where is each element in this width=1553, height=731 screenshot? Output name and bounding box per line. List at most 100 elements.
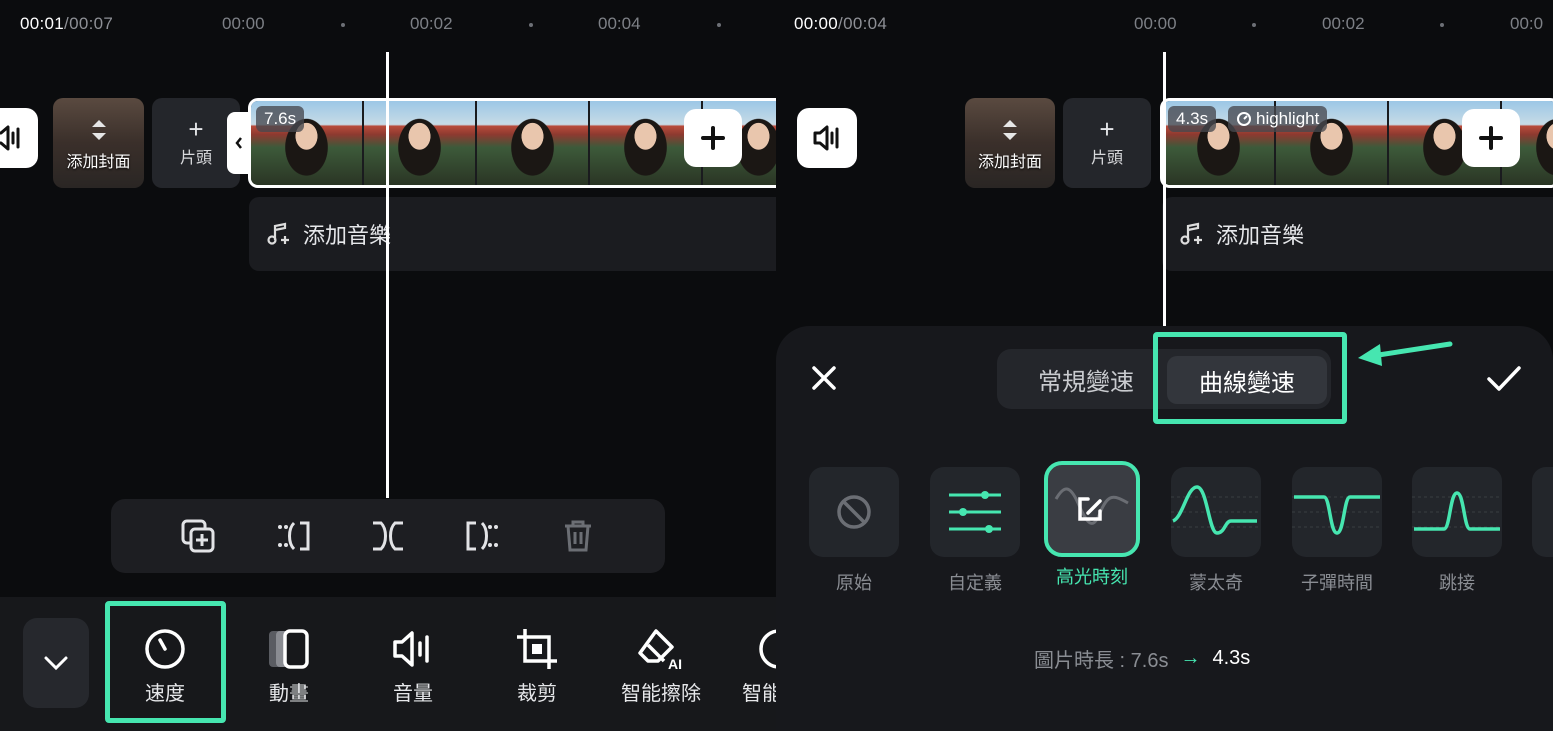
svg-text:AI: AI	[668, 656, 682, 671]
mute-button[interactable]	[797, 108, 857, 168]
chevron-down-icon	[44, 656, 68, 671]
preset-tile	[930, 467, 1020, 557]
total-time: /00:04	[838, 14, 888, 33]
add-cover-label: 添加封面	[977, 154, 1042, 171]
ruler-tick: 00:0	[1510, 14, 1544, 33]
preset-more[interactable]	[1532, 467, 1553, 557]
smart-icon	[759, 629, 776, 669]
preset-label: 自定義	[948, 573, 1002, 593]
add-intro-button[interactable]: + 片頭	[1063, 98, 1151, 188]
tool-label: 智能擦除	[621, 683, 701, 705]
preset-tile	[1532, 467, 1553, 557]
bullet-time-curve-icon	[1292, 495, 1382, 535]
right-editor-panel: 00:00/00:04 00:00 00:02 00:0 添加封面 + 片頭 4…	[776, 0, 1553, 731]
montage-curve-icon	[1171, 485, 1261, 535]
swap-icon	[1003, 120, 1017, 140]
add-music-row[interactable]: 添加音樂	[1162, 197, 1553, 271]
add-clip-button[interactable]	[1462, 109, 1520, 167]
mute-button[interactable]	[0, 108, 38, 168]
preset-label: 高光時刻	[1056, 567, 1128, 587]
jump-cut-curve-icon	[1412, 491, 1502, 531]
preset-label: 子彈時間	[1301, 573, 1373, 593]
clip-duration-badge: 7.6s	[256, 106, 305, 132]
ruler-dot	[529, 23, 533, 27]
highlight-tag: highlight	[1228, 106, 1328, 132]
collapse-button[interactable]	[23, 618, 89, 708]
add-music-label: 添加音樂	[1216, 223, 1305, 248]
close-icon	[812, 366, 836, 390]
edit-curve-icon	[1054, 487, 1129, 525]
clip-duration-badge: 4.3s	[1168, 106, 1217, 132]
plus-icon	[1479, 126, 1503, 150]
add-music-row[interactable]: 添加音樂	[249, 197, 776, 271]
tool-ai-eraser[interactable]: AI 智能擦除	[611, 627, 711, 706]
tool-label: 裁剪	[517, 683, 557, 705]
ruler-tick: 00:02	[410, 14, 453, 33]
tool-animation[interactable]: 動畫	[248, 627, 330, 706]
bottom-tool-bar: 速度 動畫 音量 裁剪 AI 智能擦除 智能	[0, 597, 776, 731]
tool-label: 速度	[145, 683, 185, 705]
plus-icon: +	[188, 114, 204, 144]
sliders-icon	[949, 491, 1001, 533]
preset-tile	[809, 467, 899, 557]
trim-start-icon[interactable]	[274, 517, 312, 555]
ruler-dot	[1440, 23, 1444, 27]
add-clip-button[interactable]	[684, 109, 742, 167]
music-note-icon	[267, 222, 289, 245]
ai-eraser-icon: AI	[638, 629, 682, 671]
add-music-label: 添加音樂	[303, 223, 392, 248]
intro-label: 片頭	[179, 150, 212, 167]
animation-icon	[269, 629, 309, 669]
tool-volume[interactable]: 音量	[372, 627, 454, 706]
confirm-button[interactable]	[1486, 364, 1522, 399]
playhead[interactable]	[1163, 52, 1166, 327]
ruler-tick: 00:02	[1322, 14, 1365, 33]
arrow-right-icon: →	[1180, 647, 1201, 669]
preset-label: 跳接	[1439, 573, 1475, 593]
plus-icon	[701, 126, 725, 150]
speaker-icon	[0, 125, 20, 151]
total-time: /00:07	[64, 14, 114, 33]
split-icon[interactable]	[369, 517, 407, 555]
preset-label: 蒙太奇	[1189, 573, 1243, 593]
ruler-tick: 00:04	[598, 14, 641, 33]
curve-speed-icon	[1237, 112, 1251, 126]
swap-icon	[91, 120, 106, 140]
tool-smart[interactable]: 智能	[738, 627, 776, 706]
preset-jump-cut[interactable]: 跳接	[1412, 467, 1502, 595]
duplicate-icon[interactable]	[179, 517, 217, 555]
ruler-tick: 00:00	[222, 14, 265, 33]
preset-highlight[interactable]: 高光時刻	[1044, 461, 1140, 589]
preset-tile	[1171, 467, 1261, 557]
intro-label: 片頭	[1090, 150, 1123, 167]
duration-result: 4.3s	[1212, 647, 1251, 669]
speed-sheet: 常規變速 曲線變速 原始 自定義 高光時刻 蒙太奇 子彈時間 跳接 圖片時長:…	[776, 326, 1553, 731]
tab-regular-speed[interactable]: 常規變速	[1021, 349, 1151, 409]
preset-original[interactable]: 原始	[809, 467, 899, 595]
add-cover-button[interactable]: 添加封面	[965, 98, 1055, 188]
left-editor-panel: 00:01/00:07 00:00 00:02 00:04 添加封面 + 片頭 …	[0, 0, 776, 731]
tool-speed[interactable]: 速度	[124, 627, 206, 706]
no-icon	[837, 495, 871, 529]
current-time: 00:01	[20, 14, 65, 33]
preset-label: 原始	[836, 573, 872, 593]
trim-end-icon[interactable]	[464, 517, 502, 555]
speaker-icon	[813, 125, 839, 151]
tool-crop[interactable]: 裁剪	[496, 627, 578, 706]
close-button[interactable]	[810, 364, 838, 397]
preset-tile	[1412, 467, 1502, 557]
playhead[interactable]	[386, 52, 389, 498]
preset-tile	[1292, 467, 1382, 557]
clip-frame	[477, 101, 590, 185]
preset-bullet-time[interactable]: 子彈時間	[1292, 467, 1382, 595]
preset-montage[interactable]: 蒙太奇	[1171, 467, 1261, 595]
add-cover-button[interactable]: 添加封面	[53, 98, 144, 188]
curve-speed-highlight-box	[1153, 332, 1347, 424]
music-note-icon	[1180, 222, 1202, 245]
check-icon	[1487, 366, 1521, 391]
delete-icon[interactable]	[559, 517, 597, 555]
preset-custom[interactable]: 自定義	[930, 467, 1020, 595]
add-cover-label: 添加封面	[66, 154, 131, 171]
tool-label: 動畫	[269, 683, 309, 705]
pointer-arrow	[1358, 341, 1453, 366]
